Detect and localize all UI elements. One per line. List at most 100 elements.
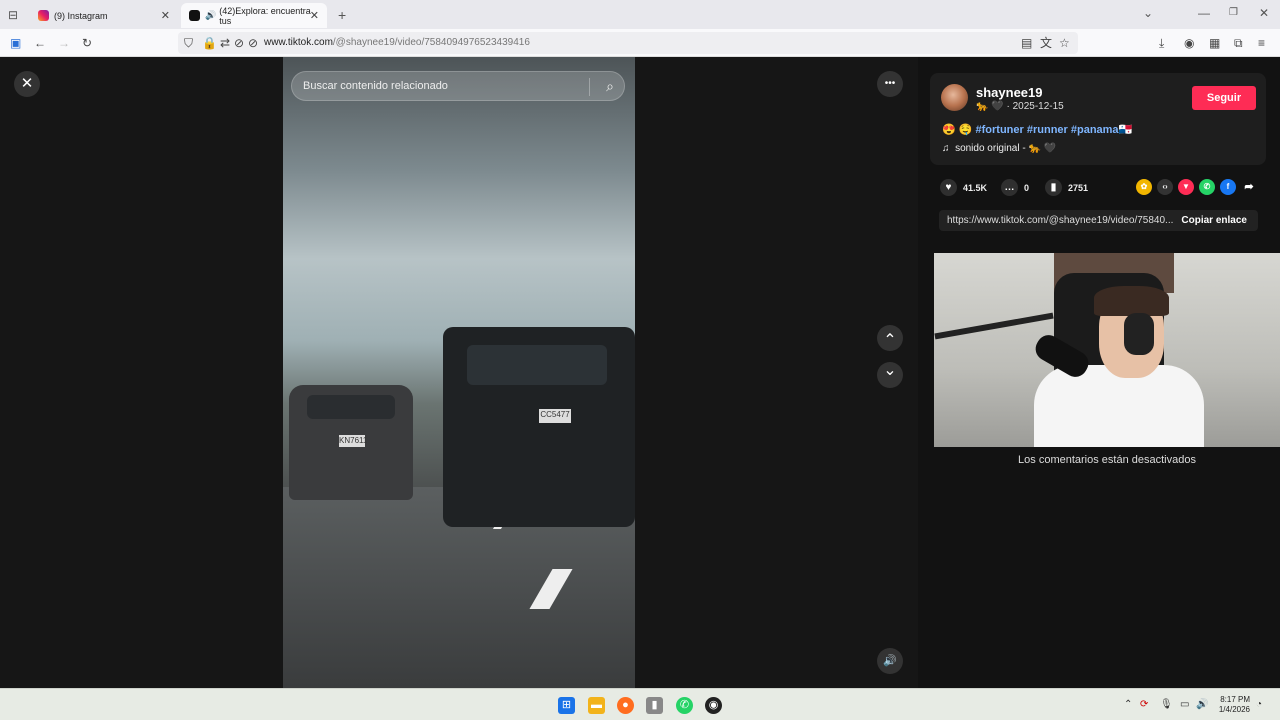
car-window xyxy=(467,345,607,385)
audio-playing-icon[interactable]: 🔊 xyxy=(205,10,216,21)
close-tab-icon[interactable]: ✕ xyxy=(161,9,170,22)
close-video-button[interactable]: ✕ xyxy=(14,71,40,97)
extensions-puzzle-icon[interactable]: ⧉ xyxy=(1234,36,1243,50)
new-tab-button[interactable]: + xyxy=(338,7,346,23)
save-stat[interactable]: ▮ 2751 xyxy=(1045,179,1088,196)
url-text[interactable]: www.tiktok.com/@shaynee19/video/75840949… xyxy=(264,37,530,48)
search-divider xyxy=(589,78,590,96)
comments-disabled-notice: Los comentarios están desactivados xyxy=(1018,454,1196,466)
author-card: shaynee19 🐆 🖤 · 2025-12-15 Seguir 😍 🤤 #f… xyxy=(930,73,1266,165)
search-placeholder: Buscar contenido relacionado xyxy=(303,80,448,92)
related-search-box[interactable]: Buscar contenido relacionado ⌕ xyxy=(291,71,625,101)
video-stage: ✕ KN7611 CC5477 Buscar contenido relacio… xyxy=(0,57,918,688)
search-icon[interactable]: ⌕ xyxy=(606,78,614,95)
video-player[interactable]: KN7611 CC5477 Buscar contenido relaciona… xyxy=(283,57,635,688)
coin-icon[interactable]: ✿ xyxy=(1136,179,1152,195)
suv-car: CC5477 xyxy=(443,327,635,527)
license-plate: KN7611 xyxy=(339,435,368,447)
whatsapp-icon[interactable]: ✆ xyxy=(1199,179,1215,195)
sync-icon[interactable]: ⟳ xyxy=(1140,699,1148,710)
minimize-icon[interactable]: — xyxy=(1198,6,1210,20)
next-video-button[interactable]: ⌄ xyxy=(877,362,903,388)
restore-icon[interactable]: ❐ xyxy=(1229,7,1238,18)
person-hair xyxy=(1094,286,1169,316)
emoji-icon: 🐆 🖤 xyxy=(1028,143,1057,154)
heart-icon[interactable]: ♥ xyxy=(940,179,957,196)
post-side-panel: shaynee19 🐆 🖤 · 2025-12-15 Seguir 😍 🤤 #f… xyxy=(918,57,1280,688)
like-stat[interactable]: ♥ 41.5K xyxy=(940,179,987,196)
tab-label: (9) Instagram xyxy=(54,10,108,21)
date: 1/4/2026 xyxy=(1218,705,1250,714)
comment-stat[interactable]: … 0 xyxy=(1001,179,1029,196)
extension-icon[interactable]: ▦ xyxy=(1209,36,1220,50)
menu-icon[interactable]: ≡ xyxy=(1258,36,1265,50)
reload-icon[interactable]: ↻ xyxy=(82,36,92,50)
close-tab-icon[interactable]: ✕ xyxy=(310,9,319,22)
tab-label: (42)Explora: encuentra tus xyxy=(219,5,311,26)
navigation-toolbar: ▣ ← → ↻ ⛉ 🔒 ⇄ ⊘ ⊘ www.tiktok.com/@shayne… xyxy=(0,29,1280,57)
bookmark-star-icon[interactable]: ☆ xyxy=(1059,36,1070,50)
windows-taskbar: ⊞ ▬ ● ▮ ✆ ◉ ⌃ ⟳ 🎙 ▭ 🔊 8:17 PM 1/4/2026 ◔ xyxy=(0,688,1280,720)
comment-icon[interactable]: … xyxy=(1001,179,1018,196)
share-link[interactable]: https://www.tiktok.com/@shaynee19/video/… xyxy=(947,215,1177,226)
embed-icon[interactable]: ‹› xyxy=(1157,179,1173,195)
avatar[interactable] xyxy=(941,84,968,111)
tab-overview-icon[interactable]: ⊟ xyxy=(8,8,18,22)
facebook-icon[interactable]: f xyxy=(1220,179,1236,195)
license-plate: CC5477 xyxy=(539,409,571,423)
browser-tab-bar: ⊟ (9) Instagram ✕ 🔊 (42)Explora: encuent… xyxy=(0,0,1280,29)
file-explorer-icon[interactable]: ▬ xyxy=(588,697,605,714)
share-link-box: https://www.tiktok.com/@shaynee19/video/… xyxy=(939,210,1258,231)
emoji-icon: 🐆 🖤 xyxy=(976,101,1007,112)
permissions-icon[interactable]: ⇄ xyxy=(220,36,230,50)
bookmark-icon[interactable]: ▮ xyxy=(1045,179,1062,196)
music-note-icon: ♫ xyxy=(942,143,950,154)
account-icon[interactable]: ◉ xyxy=(1184,36,1194,50)
tab-instagram[interactable]: (9) Instagram ✕ xyxy=(30,3,178,28)
repost-icon[interactable]: ▼ xyxy=(1178,179,1194,195)
tiktok-icon xyxy=(189,10,200,21)
mic-tray-icon[interactable]: 🎙 xyxy=(1160,699,1173,710)
tab-tiktok[interactable]: 🔊 (42)Explora: encuentra tus ✕ xyxy=(181,3,327,28)
post-description: 😍 🤤 #fortuner #runner #panama🇵🇦 xyxy=(942,124,1133,136)
previous-video-button[interactable]: ⌃ xyxy=(877,325,903,351)
back-icon[interactable]: ← xyxy=(34,36,46,50)
hashtags[interactable]: #fortuner #runner #panama xyxy=(976,124,1119,136)
lock-icon[interactable]: 🔒 xyxy=(202,36,217,50)
speaker-icon[interactable]: 🔊 xyxy=(1196,699,1208,710)
display-icon[interactable]: ▭ xyxy=(1180,699,1189,710)
reader-view-icon[interactable]: ▤ xyxy=(1021,36,1032,50)
volume-button[interactable]: 🔊 xyxy=(877,648,903,674)
microphone-app-icon[interactable]: ▮ xyxy=(646,697,663,714)
tray-overflow-icon[interactable]: ⌃ xyxy=(1124,699,1132,710)
camera-blocked-icon[interactable]: ⊘ xyxy=(234,36,244,50)
shield-icon[interactable]: ⛉ xyxy=(184,36,193,50)
username[interactable]: shaynee19 xyxy=(976,85,1043,100)
more-options-button[interactable]: ••• xyxy=(877,71,903,97)
streamer-webcam-overlay xyxy=(934,253,1280,447)
share-arrow-icon[interactable]: ➦ xyxy=(1241,179,1257,195)
forward-icon[interactable]: → xyxy=(58,36,70,50)
clock[interactable]: 8:17 PM 1/4/2026 xyxy=(1219,695,1250,715)
obs-icon[interactable]: ◉ xyxy=(705,697,722,714)
firefox-icon[interactable]: ● xyxy=(617,697,634,714)
notifications-icon[interactable]: ◔ xyxy=(1256,699,1262,710)
sedan-car: KN7611 xyxy=(289,385,413,500)
post-date: 🐆 🖤 · 2025-12-15 xyxy=(976,101,1064,112)
whatsapp-icon[interactable]: ✆ xyxy=(676,697,693,714)
translate-icon[interactable]: 文 xyxy=(1040,36,1052,50)
window-close-icon[interactable]: ✕ xyxy=(1259,6,1269,20)
instagram-icon xyxy=(38,10,49,21)
sidebar-icon[interactable]: ▣ xyxy=(10,36,21,50)
music-row[interactable]: ♫ sonido original - 🐆 🖤 xyxy=(942,143,1056,154)
music-title[interactable]: sonido original - xyxy=(955,143,1026,154)
headset xyxy=(1124,313,1154,355)
car-window xyxy=(307,395,395,419)
time: 8:17 PM xyxy=(1220,695,1250,704)
autoplay-blocked-icon[interactable]: ⊘ xyxy=(248,36,258,50)
start-icon[interactable]: ⊞ xyxy=(558,697,575,714)
downloads-icon[interactable]: ⤓ xyxy=(1159,36,1164,50)
list-tabs-icon[interactable]: ⌄ xyxy=(1143,6,1153,20)
copy-link-button[interactable]: Copiar enlace xyxy=(1181,215,1247,226)
follow-button[interactable]: Seguir xyxy=(1192,86,1256,110)
